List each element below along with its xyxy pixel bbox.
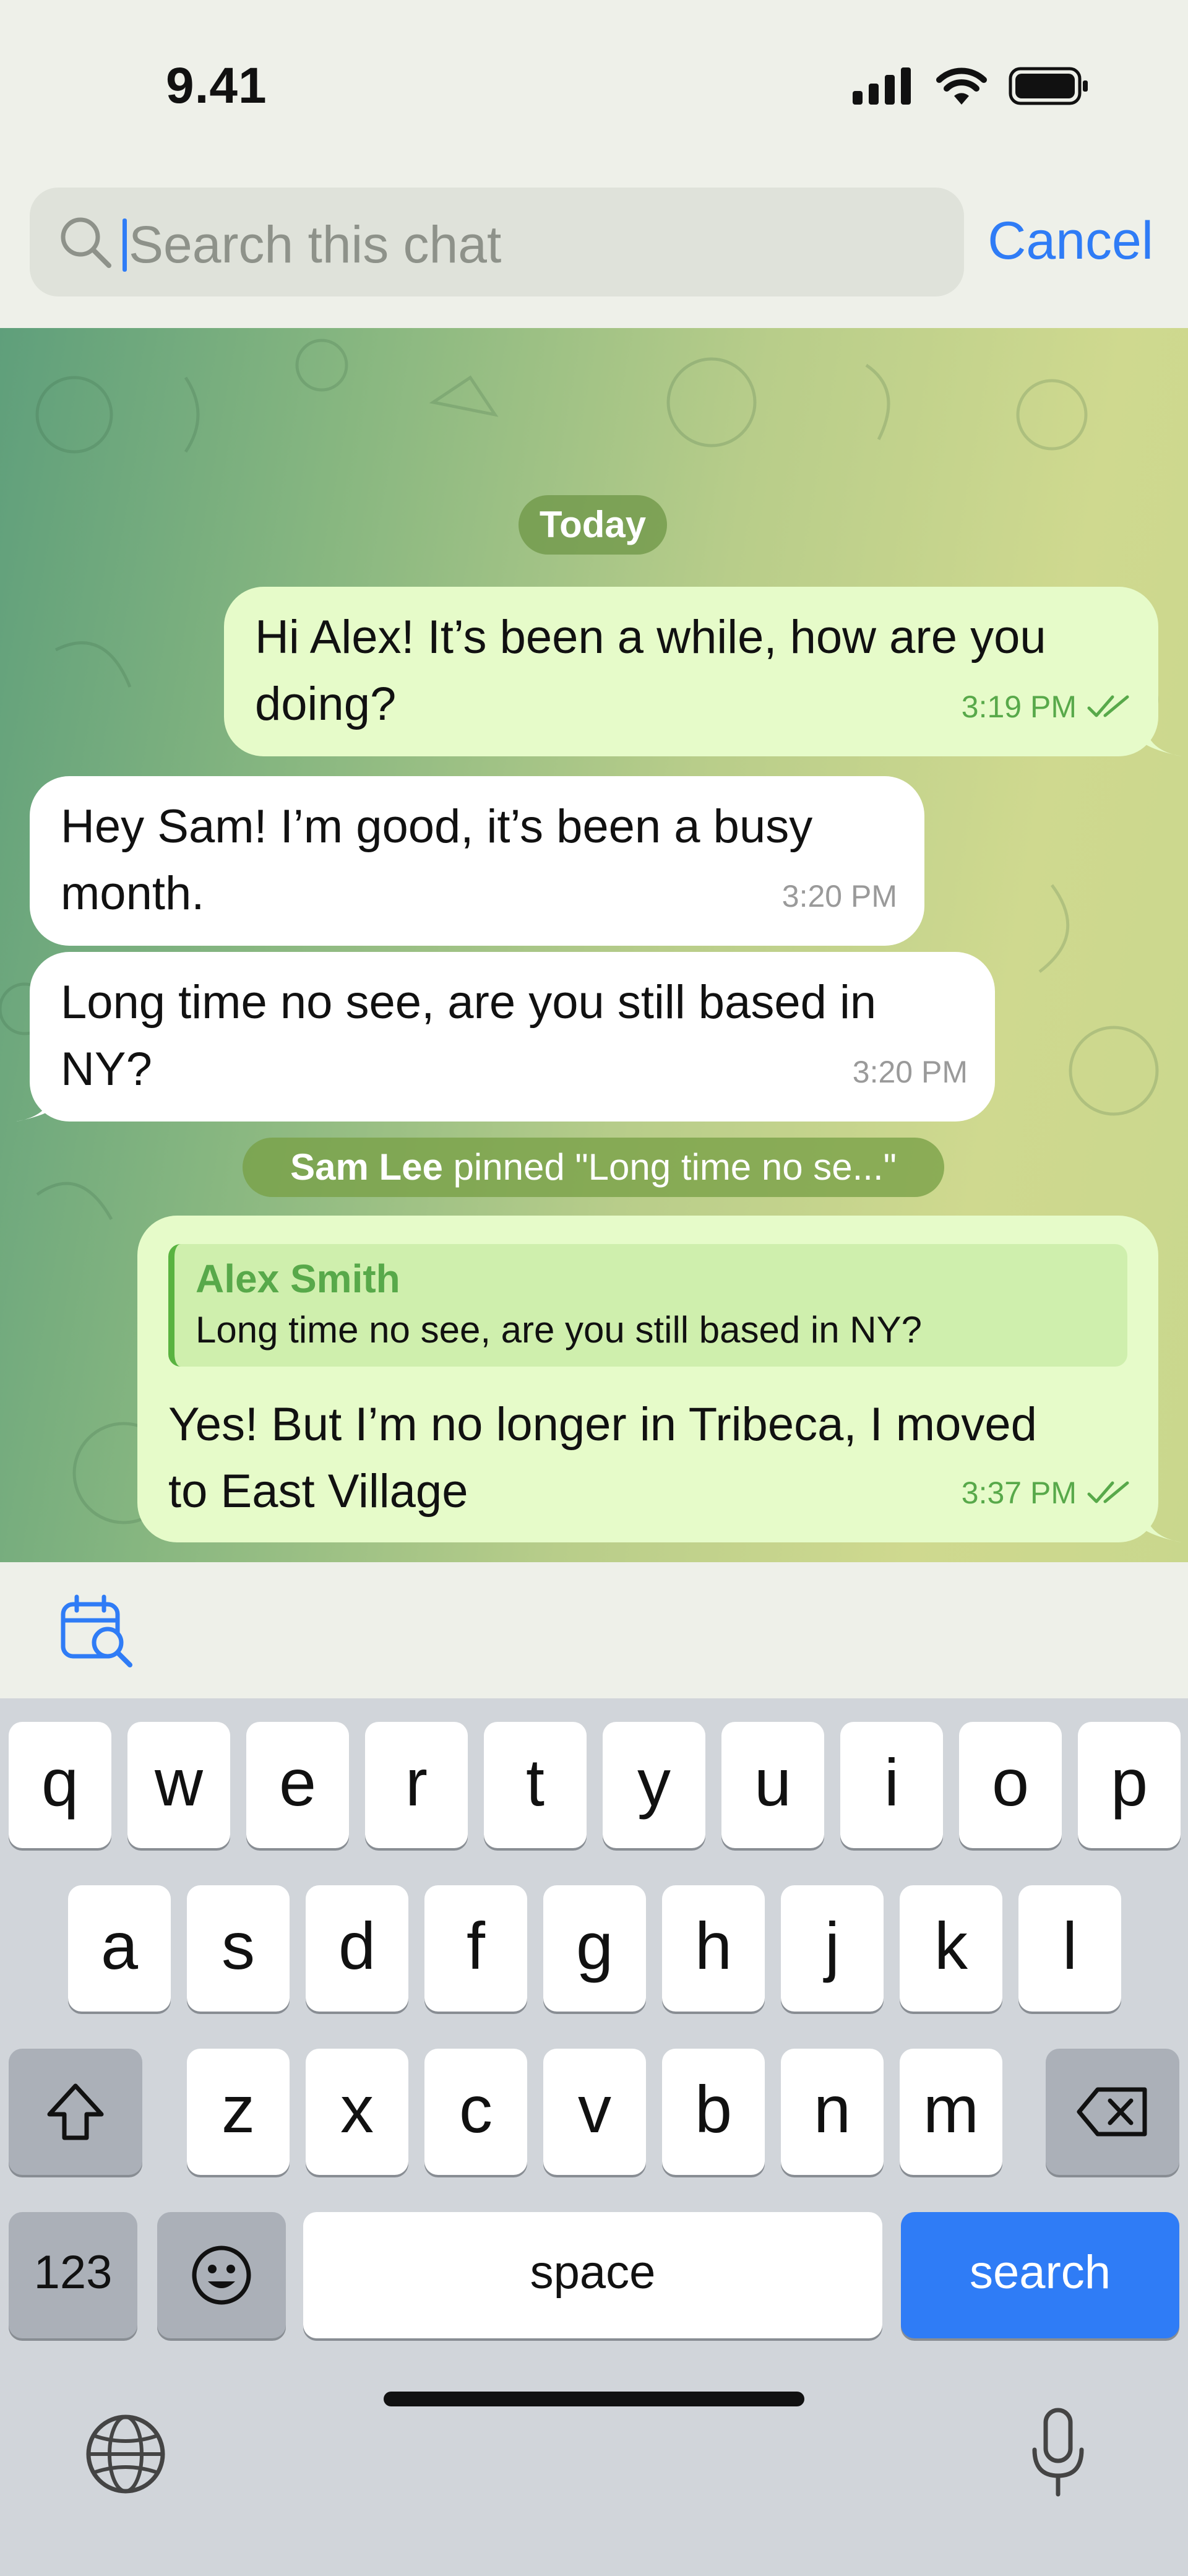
key-l[interactable]: l <box>1018 1885 1121 2012</box>
shift-icon <box>47 2083 104 2140</box>
reply-author: Alex Smith <box>196 1256 400 1301</box>
message-meta: 3:37 PM <box>962 1459 1131 1526</box>
search-header: 9.41 Search this chat Cancel <box>0 0 1188 328</box>
message-text-line: Yes! But I’m no longer in Tribeca, I mov… <box>168 1398 1037 1451</box>
key-k[interactable]: k <box>900 1885 1002 2012</box>
bubble-tail <box>1145 719 1182 756</box>
key-j[interactable]: j <box>781 1885 884 2012</box>
key-d[interactable]: d <box>306 1885 408 2012</box>
message-text-line: Hey Sam! I’m good, it’s been a busy <box>61 800 813 853</box>
microphone-icon[interactable] <box>1027 2406 1089 2499</box>
pinned-service-message[interactable]: Sam Lee pinned "Long time no se..." <box>243 1138 944 1197</box>
key-r[interactable]: r <box>365 1722 468 1848</box>
incoming-message[interactable]: Long time no see, are you still based in… <box>30 952 995 1122</box>
message-time: 3:19 PM <box>961 689 1077 724</box>
key-m[interactable]: m <box>900 2049 1002 2175</box>
battery-icon <box>1009 67 1088 105</box>
bubble-tail <box>16 1084 53 1122</box>
key-t[interactable]: t <box>484 1722 587 1848</box>
globe-icon[interactable] <box>85 2414 166 2494</box>
double-check-icon <box>1087 695 1129 717</box>
search-icon <box>61 217 111 268</box>
search-placeholder: Search this chat <box>129 215 502 274</box>
reply-text: Long time no see, are you still based in… <box>196 1309 923 1351</box>
key-z[interactable]: z <box>187 2049 290 2175</box>
chat-area[interactable]: Today Hi Alex! It’s been a while, how ar… <box>0 328 1188 1562</box>
backspace-icon <box>1077 2087 1147 2137</box>
key-y[interactable]: y <box>603 1722 705 1848</box>
bubble-tail <box>1145 1505 1182 1542</box>
search-toolbar <box>0 1562 1188 1698</box>
shift-key[interactable] <box>9 2049 142 2175</box>
search-key[interactable]: search <box>901 2212 1179 2338</box>
home-indicator <box>384 2392 804 2406</box>
double-check-icon <box>1087 1481 1129 1503</box>
key-o[interactable]: o <box>959 1722 1062 1848</box>
status-time: 9.41 <box>166 58 267 114</box>
key-h[interactable]: h <box>662 1885 765 2012</box>
text-cursor <box>123 218 127 272</box>
service-actor: Sam Lee <box>290 1146 443 1188</box>
status-bar: 9.41 <box>0 0 1188 179</box>
emoji-key[interactable] <box>157 2212 286 2338</box>
key-g[interactable]: g <box>543 1885 646 2012</box>
key-w[interactable]: w <box>127 1722 230 1848</box>
message-time: 3:20 PM <box>852 1055 968 1089</box>
key-e[interactable]: e <box>246 1722 349 1848</box>
key-p[interactable]: p <box>1078 1722 1181 1848</box>
message-meta: 3:20 PM <box>782 863 897 930</box>
key-a[interactable]: a <box>68 1885 171 2012</box>
calendar-search-icon[interactable] <box>58 1594 135 1669</box>
outgoing-message[interactable]: Hi Alex! It’s been a while, how are you … <box>224 587 1158 756</box>
space-key[interactable]: space <box>303 2212 882 2338</box>
key-i[interactable]: i <box>840 1722 943 1848</box>
message-meta: 3:20 PM <box>853 1039 968 1105</box>
reply-quote[interactable]: Alex Smith Long time no see, are you sti… <box>168 1244 1127 1367</box>
emoji-icon <box>192 2245 251 2305</box>
outgoing-message[interactable]: Alex Smith Long time no see, are you sti… <box>137 1216 1158 1542</box>
key-v[interactable]: v <box>543 2049 646 2175</box>
status-icons <box>853 64 1089 108</box>
key-s[interactable]: s <box>187 1885 290 2012</box>
incoming-message[interactable]: Hey Sam! I’m good, it’s been a busy mont… <box>30 776 924 946</box>
cellular-signal-icon <box>853 67 911 105</box>
wifi-icon <box>936 67 987 105</box>
key-x[interactable]: x <box>306 2049 408 2175</box>
message-meta: 3:19 PM <box>962 673 1131 740</box>
key-u[interactable]: u <box>721 1722 824 1848</box>
message-time: 3:20 PM <box>781 879 897 914</box>
message-text-line: NY? <box>61 1043 152 1096</box>
message-text-line: month. <box>61 867 205 920</box>
message-text-line: Long time no see, are you still based in <box>61 976 877 1029</box>
date-separator: Today <box>519 495 667 555</box>
message-text-line: Hi Alex! It’s been a while, how are you <box>255 611 1046 663</box>
key-c[interactable]: c <box>424 2049 527 2175</box>
numbers-key[interactable]: 123 <box>9 2212 137 2338</box>
key-f[interactable]: f <box>424 1885 527 2012</box>
cancel-button[interactable]: Cancel <box>988 210 1153 272</box>
message-time: 3:37 PM <box>961 1476 1077 1510</box>
delete-key[interactable] <box>1046 2049 1179 2175</box>
key-n[interactable]: n <box>781 2049 884 2175</box>
key-q[interactable]: q <box>9 1722 111 1848</box>
search-input[interactable]: Search this chat <box>30 188 964 296</box>
key-b[interactable]: b <box>662 2049 765 2175</box>
service-text: pinned "Long time no se..." <box>442 1146 897 1188</box>
